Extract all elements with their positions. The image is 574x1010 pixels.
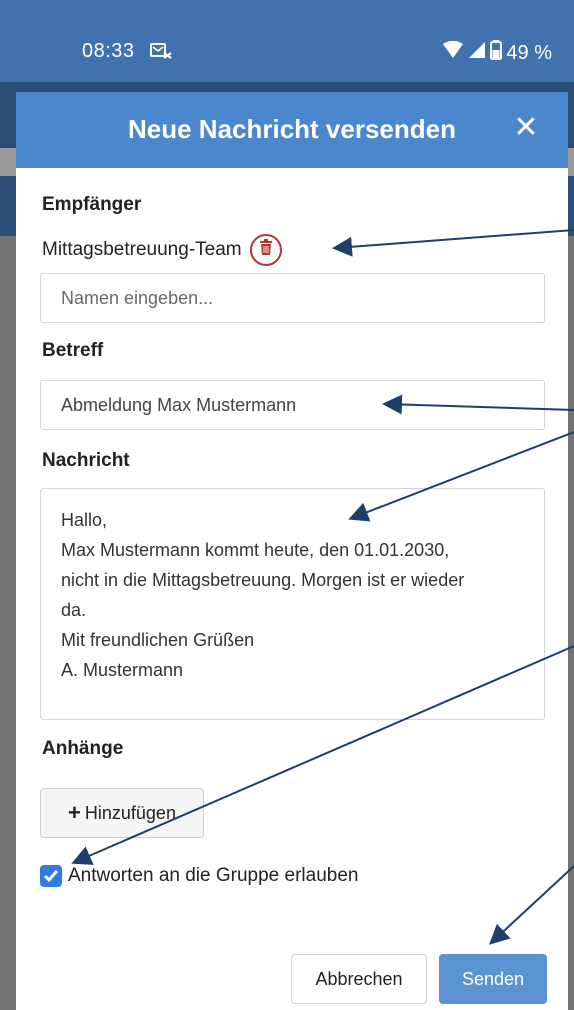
- recipient-chip: Mittagsbetreuung-Team: [42, 234, 282, 266]
- battery-percent: 49 %: [506, 41, 552, 64]
- signal-icon: [468, 41, 486, 65]
- status-time: 08:33: [82, 40, 135, 62]
- battery-icon: [490, 40, 503, 66]
- allow-group-replies-row: Antworten an die Gruppe erlauben: [40, 865, 358, 887]
- add-attachment-button[interactable]: + Hinzufügen: [40, 788, 204, 838]
- close-button[interactable]: ✕: [510, 112, 542, 144]
- cancel-button[interactable]: Abbrechen: [291, 954, 427, 1004]
- notification-icon: [150, 43, 172, 59]
- send-button[interactable]: Senden: [439, 954, 547, 1004]
- trash-icon: [259, 239, 273, 261]
- dialog-header: Neue Nachricht versenden ✕: [16, 92, 568, 168]
- recipients-label: Empfänger: [42, 194, 142, 215]
- dialog-title: Neue Nachricht versenden: [127, 114, 456, 144]
- message-label: Nachricht: [42, 450, 130, 471]
- subject-input[interactable]: Abmeldung Max Mustermann: [40, 380, 545, 430]
- message-line: nicht in die Mittagsbetreuung. Morgen is…: [61, 570, 465, 590]
- recipient-search-input[interactable]: Namen eingeben...: [40, 273, 545, 323]
- message-line: Mit freundlichen Grüßen: [61, 630, 255, 650]
- recipient-name: Mittagsbetreuung-Team: [42, 239, 242, 260]
- message-line: A. Mustermann: [61, 660, 184, 680]
- subject-label: Betreff: [42, 340, 104, 361]
- message-line: da.: [61, 600, 87, 620]
- allow-group-replies-label[interactable]: Antworten an die Gruppe erlauben: [68, 865, 358, 887]
- allow-group-replies-checkbox[interactable]: [40, 865, 62, 887]
- add-attachment-label: Hinzufügen: [84, 802, 176, 823]
- checkmark-icon: [43, 870, 59, 883]
- message-textarea[interactable]: Hallo, Max Mustermann kommt heute, den 0…: [40, 488, 545, 720]
- system-indicators: 49 %: [442, 40, 552, 66]
- message-line: Max Mustermann kommt heute, den 01.01.20…: [61, 540, 450, 560]
- wifi-icon: [442, 40, 464, 65]
- remove-recipient-button[interactable]: [249, 234, 282, 266]
- attachments-label: Anhänge: [42, 738, 124, 759]
- message-line: Hallo,: [61, 510, 108, 530]
- status-bar: 08:33 49 %: [0, 0, 574, 82]
- plus-icon: +: [68, 800, 81, 825]
